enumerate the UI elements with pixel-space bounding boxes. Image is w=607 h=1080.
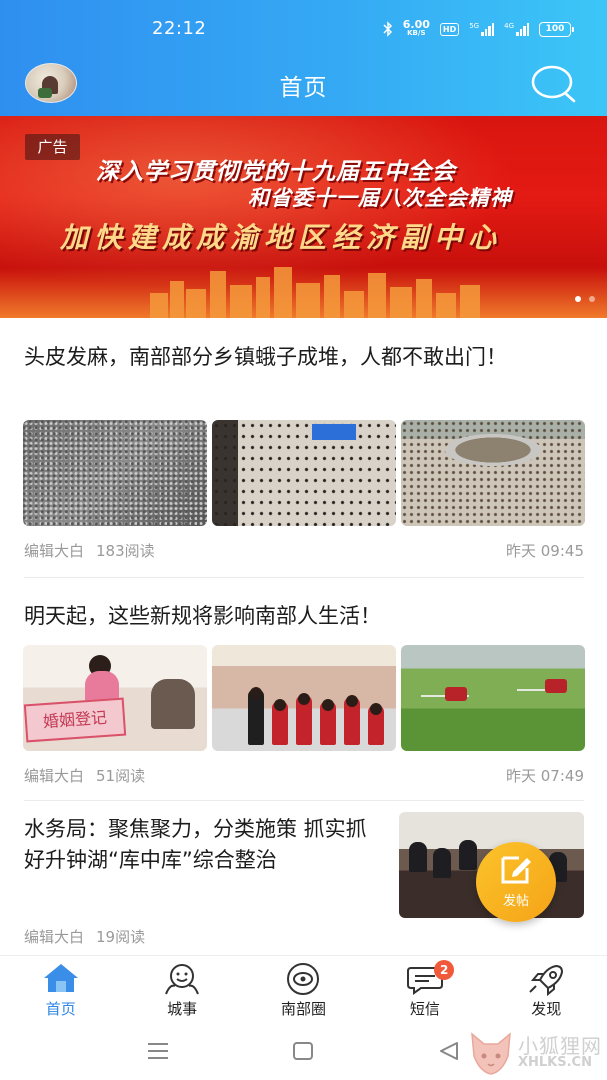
news-meta-3: 编辑大白 19阅读 (24, 926, 584, 947)
page-title: 首页 (279, 75, 328, 101)
news-image-field-spraying[interactable] (401, 645, 585, 751)
news-author: 编辑大白 (24, 767, 85, 785)
divider (24, 800, 584, 801)
news-title-2[interactable]: 明天起，这些新规将影响南部人生活！ (24, 600, 584, 632)
banner-line-3: 加快建成成渝地区经济副中心 (60, 221, 503, 254)
status-time: 22:12 (152, 18, 207, 39)
signal-5g-icon: 5G (469, 22, 495, 36)
home-square-icon[interactable] (292, 1041, 314, 1061)
banner-line-2: 和省委十一届八次全会精神 (248, 186, 512, 210)
circle-icon (287, 963, 320, 995)
news-title-3[interactable]: 水务局：聚焦聚力，分类施策 抓实抓好升钟湖“库中库”综合整治 (24, 814, 384, 876)
battery-icon: 100 (539, 21, 574, 37)
news-image-marriage-office[interactable]: 婚姻登记 (23, 645, 207, 751)
header-bar: 首页 (0, 58, 607, 116)
signal-4g-label: 4G (504, 22, 514, 30)
news-images-2[interactable]: 婚姻登记 (23, 645, 585, 751)
news-images-1[interactable] (23, 420, 585, 526)
net-speed-value: 6.00 (402, 18, 430, 31)
tab-city[interactable]: 城事 (121, 956, 242, 1025)
news-reads: 51阅读 (96, 767, 146, 785)
rocket-icon (529, 964, 564, 996)
news-meta-1: 编辑大白 183阅读 昨天 09:45 (24, 540, 584, 561)
news-author: 编辑大白 (24, 542, 85, 560)
skyline-illustration (150, 267, 480, 318)
divider (24, 577, 584, 578)
city-icon (165, 964, 200, 995)
top-area: 22:12 6.00 KB/S HD 5G 4G 100 首页 (0, 0, 607, 116)
app-root: 22:12 6.00 KB/S HD 5G 4G 100 首页 广告 深入学习贯… (0, 0, 607, 1080)
news-author: 编辑大白 (24, 928, 85, 946)
bluetooth-icon (383, 21, 393, 37)
news-meta-2: 编辑大白 51阅读 昨天 07:49 (24, 765, 584, 786)
marriage-board-text: 婚姻登记 (23, 697, 127, 743)
banner-line-1: 深入学习贯彻党的十九届五中全会 (96, 159, 456, 185)
news-time: 昨天 07:49 (506, 767, 584, 785)
news-reads: 19阅读 (96, 928, 146, 946)
news-time: 昨天 09:45 (506, 542, 584, 560)
ad-tag: 广告 (25, 134, 80, 160)
net-speed: 6.00 KB/S (402, 18, 430, 38)
watermark: 小狐狸网 XHLKS.CN (466, 1022, 607, 1080)
tab-label: 南部圈 (280, 1000, 326, 1018)
news-image-moths-wall[interactable] (212, 420, 396, 526)
banner-dot-2[interactable] (589, 296, 595, 302)
ad-banner[interactable]: 广告 深入学习贯彻党的十九届五中全会 和省委十一届八次全会精神 加快建成成渝地区… (0, 116, 607, 318)
banner-pagination[interactable] (575, 296, 595, 302)
banner-dot-1[interactable] (575, 296, 581, 302)
signal-5g-label: 5G (469, 22, 480, 30)
search-button[interactable] (531, 64, 577, 104)
tab-label: 发现 (531, 1000, 562, 1018)
news-reads: 183阅读 (96, 542, 155, 560)
status-icons: 6.00 KB/S HD 5G 4G 100 (383, 18, 574, 38)
tab-nanbu-circle[interactable]: 南部圈 (243, 956, 364, 1025)
tab-label: 首页 (45, 1000, 76, 1018)
bottom-tab-bar: 首页 城事 南部圈 2 短信 发现 (0, 955, 607, 1025)
back-icon[interactable] (438, 1041, 460, 1061)
fox-logo-icon (471, 1032, 511, 1075)
news-title-1[interactable]: 头皮发麻，南部部分乡镇蛾子成堆，人都不敢出门！ (24, 341, 584, 373)
watermark-en: XHLKS.CN (518, 1055, 592, 1070)
net-speed-unit: KB/S (407, 29, 426, 37)
tab-label: 城事 (167, 1000, 198, 1018)
tab-messages[interactable]: 2 短信 (364, 956, 485, 1025)
news-image-school-children[interactable] (212, 645, 396, 751)
signal-4g-icon: 4G (504, 22, 529, 36)
home-icon (43, 964, 78, 992)
menu-icon[interactable] (146, 1041, 170, 1061)
tab-label: 短信 (409, 1000, 440, 1018)
edit-icon (501, 856, 531, 884)
news-image-moths-pile[interactable] (23, 420, 207, 526)
tab-discover[interactable]: 发现 (486, 956, 607, 1025)
tab-home[interactable]: 首页 (0, 956, 121, 1025)
status-bar: 22:12 6.00 KB/S HD 5G 4G 100 (0, 0, 607, 58)
fab-label: 发帖 (502, 894, 529, 909)
post-fab-button[interactable]: 发帖 (476, 842, 556, 922)
hd-icon: HD (439, 22, 460, 36)
news-image-moths-basin[interactable] (401, 420, 585, 526)
search-icon (531, 65, 576, 103)
message-badge: 2 (434, 960, 455, 980)
